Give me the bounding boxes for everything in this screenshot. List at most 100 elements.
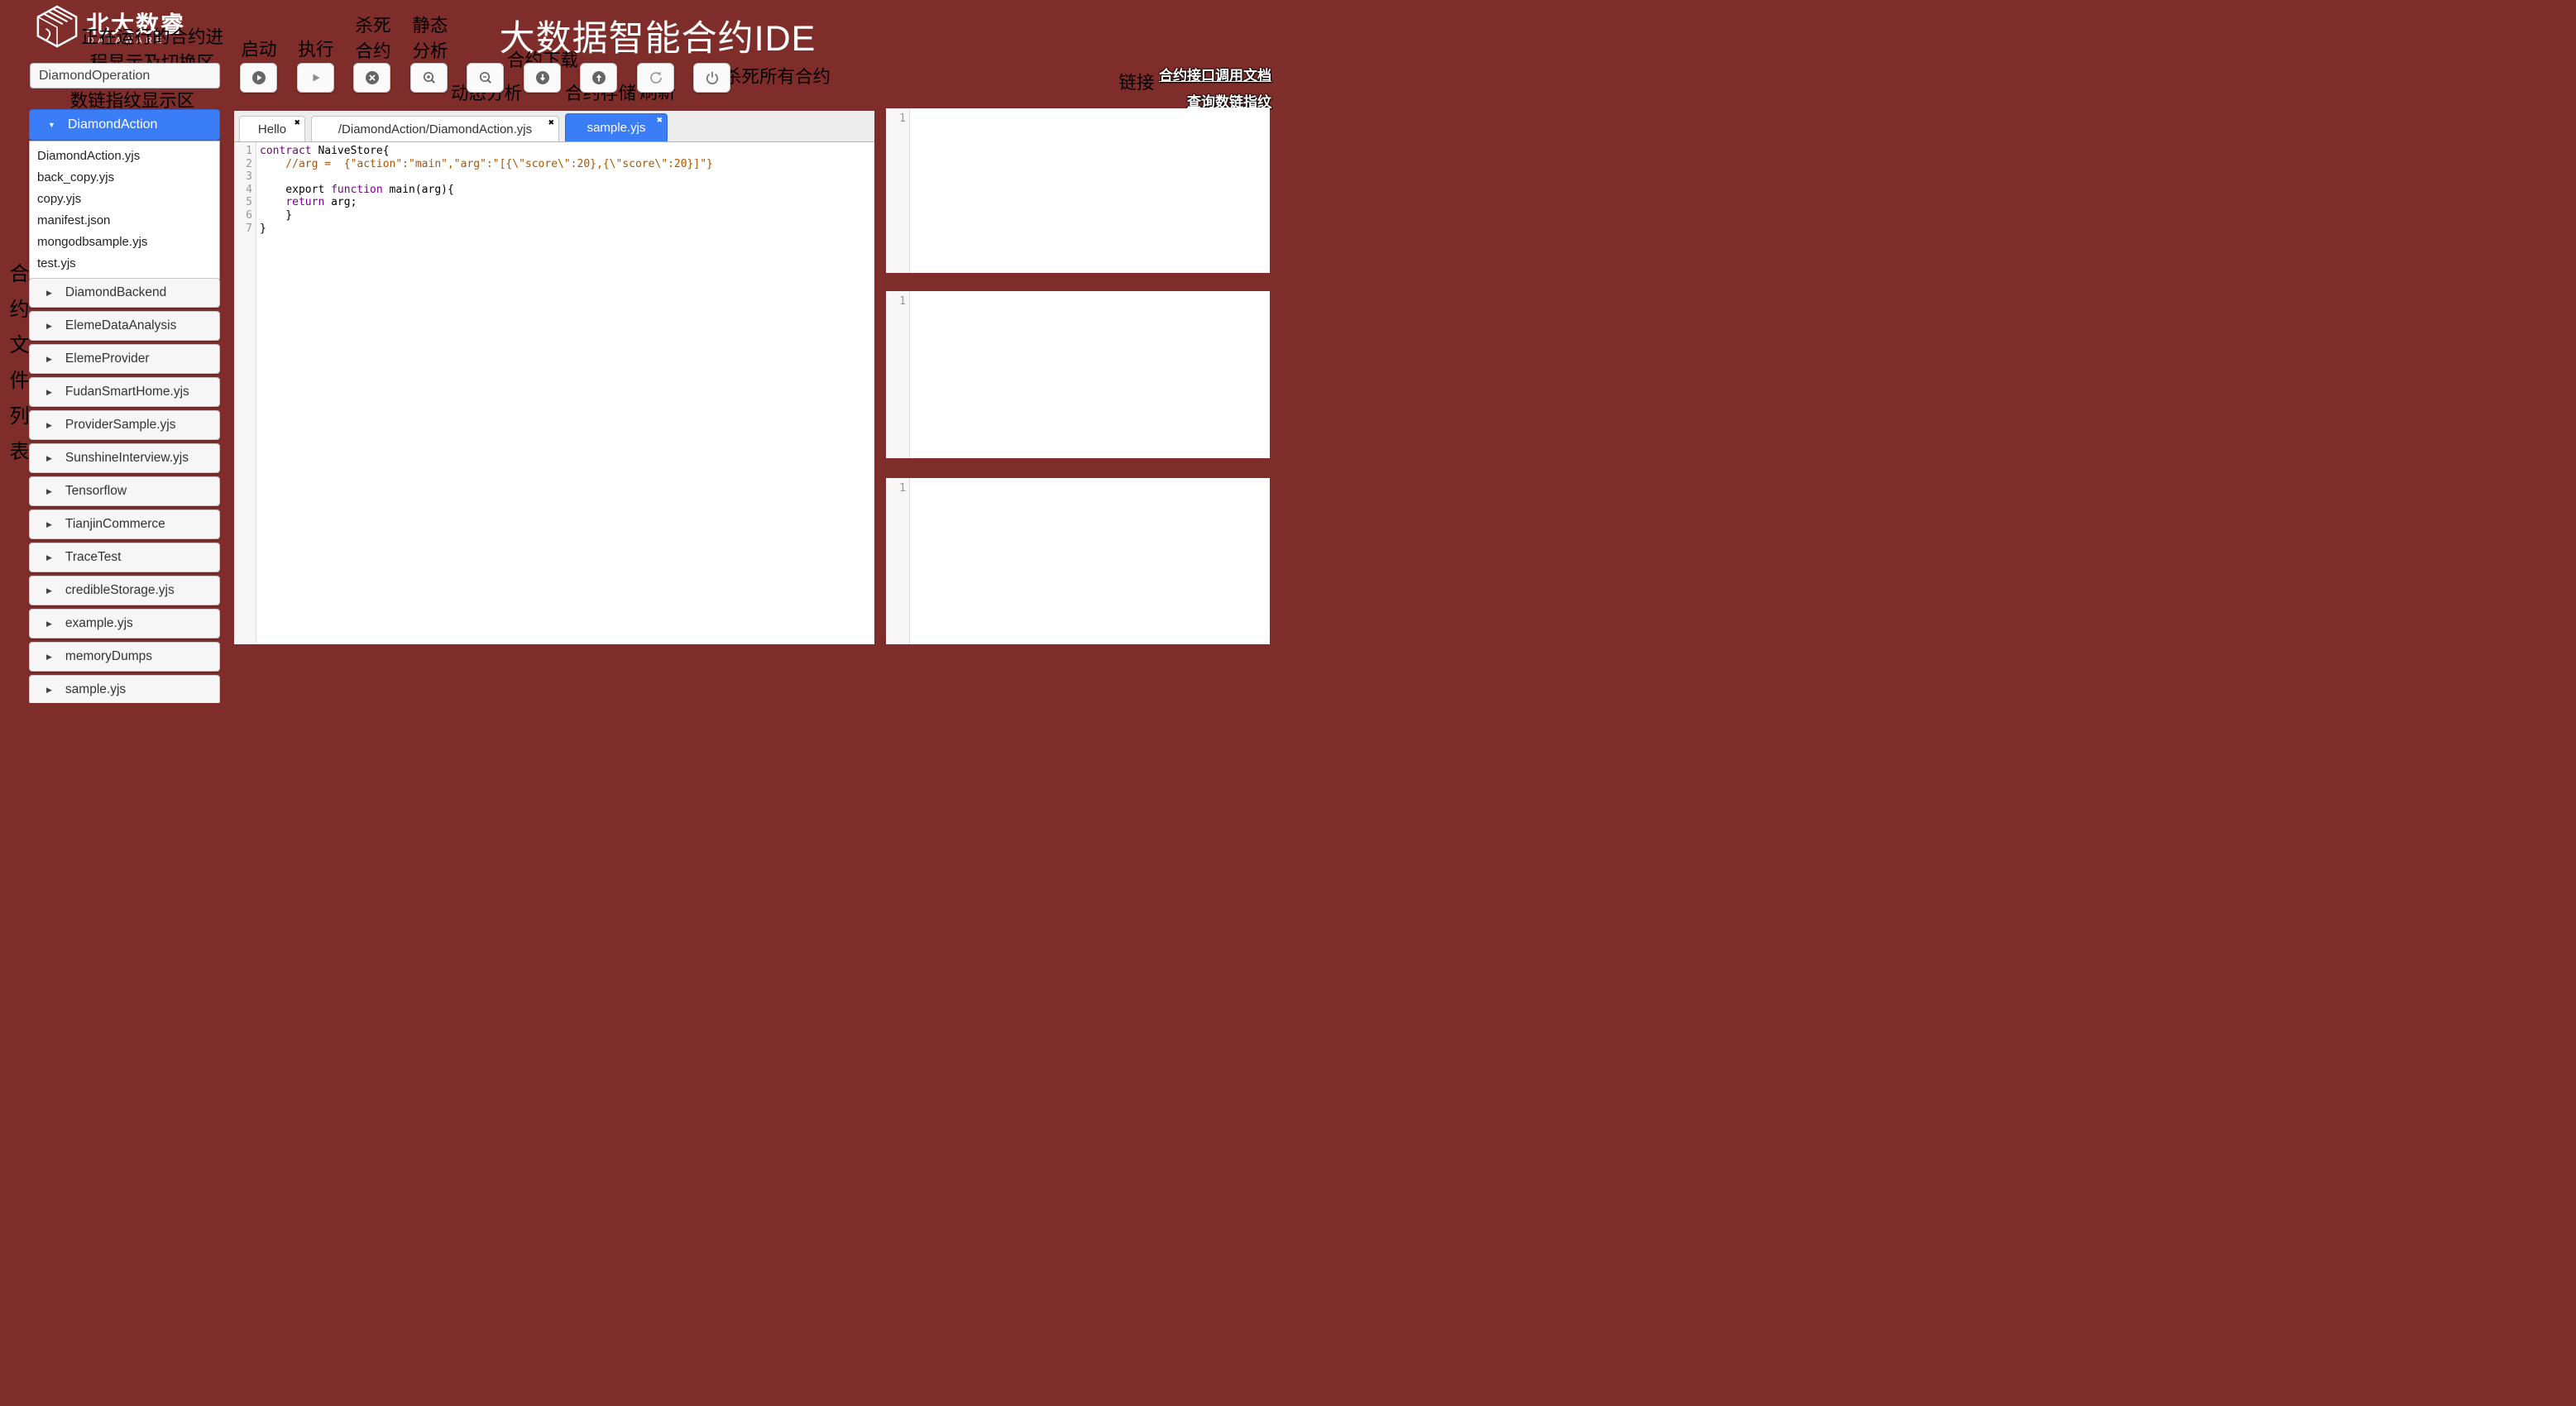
close-icon[interactable]: ✖	[294, 118, 300, 127]
running-process-select[interactable]	[30, 63, 220, 88]
chevron-right-icon: ▶	[46, 322, 52, 331]
kill-all-contracts-button[interactable]	[693, 63, 730, 93]
file-item[interactable]: mongodbsample.yjs	[30, 232, 219, 253]
kill-annotation: 杀死 合约	[348, 13, 398, 65]
contract-download-button[interactable]	[524, 63, 561, 93]
code-area[interactable]: 1234567 contract NaiveStore{ //arg = {"a…	[234, 142, 874, 643]
line-number-gutter: 1	[886, 478, 910, 644]
accordion-item-label: FudanSmartHome.yjs	[65, 385, 189, 399]
static-analysis-button[interactable]	[410, 63, 448, 93]
power-icon	[705, 70, 720, 85]
ide-stage: 北大数睿 DATAWARE 大数据智能合约IDE 链接 合约接口调用文档 查询数…	[0, 0, 1288, 703]
start-annotation: 启动	[234, 37, 284, 63]
search-minus-icon	[478, 70, 493, 85]
chevron-right-icon: ▶	[46, 355, 52, 364]
chevron-right-icon: ▶	[46, 421, 52, 430]
accordion-item[interactable]: ▶ example.yjs	[29, 609, 220, 638]
accordion-item[interactable]: ▶ ElemeDataAnalysis	[29, 311, 220, 341]
accordion-item-label: example.yjs	[65, 616, 133, 631]
accordion-item-label: TianjinCommerce	[65, 517, 165, 532]
code-line: contract NaiveStore{	[260, 145, 713, 158]
accordion-item[interactable]: ▶ Tensorflow	[29, 476, 220, 506]
accordion-item[interactable]: ▶DiamondBackend	[29, 278, 220, 308]
log-output-panel[interactable]: 1	[886, 478, 1270, 644]
chevron-right-icon: ▶	[46, 653, 52, 662]
line-number-gutter: 1	[886, 291, 910, 458]
tab-Hello[interactable]: Hello ✖	[239, 116, 305, 141]
accordion-item-label: SunshineInterview.yjs	[65, 451, 189, 466]
chevron-right-icon: ▶	[46, 388, 52, 397]
accordion-item-label: ElemeProvider	[65, 352, 150, 366]
kill-contract-button[interactable]	[353, 63, 390, 93]
file-item[interactable]: back_copy.yjs	[30, 167, 219, 189]
close-icon[interactable]: ✖	[548, 118, 554, 127]
contract-file-list-annotation: 合约文件列表	[2, 263, 31, 476]
accordion-item[interactable]: ▶ credibleStorage.yjs	[29, 576, 220, 605]
chevron-right-icon: ▶	[46, 454, 52, 463]
tab-sample.yjs[interactable]: sample.yjs ✖	[565, 113, 668, 141]
accordion-item[interactable]: ▶ memoryDumps	[29, 642, 220, 672]
chevron-right-icon: ▶	[46, 586, 52, 595]
search-plus-icon	[422, 70, 437, 85]
accordion-item-label: ProviderSample.yjs	[65, 418, 176, 433]
play-icon	[309, 70, 323, 85]
file-content-editor: Hello✖/DiamondAction/DiamondAction.yjs✖s…	[234, 111, 874, 644]
tab--DiamondAction-DiamondAction.yjs[interactable]: /DiamondAction/DiamondAction.yjs ✖	[311, 116, 559, 141]
arrow-down-circle-icon	[535, 70, 550, 85]
param-input-panel[interactable]: 1	[886, 108, 1270, 273]
tab-label: sample.yjs	[587, 121, 646, 135]
line-number-gutter: 1	[886, 108, 910, 273]
code-line: }	[260, 209, 713, 222]
tab-label: /DiamondAction/DiamondAction.yjs	[338, 122, 532, 136]
tab-label: Hello	[258, 122, 286, 136]
x-circle-icon	[365, 70, 380, 85]
chevron-right-icon: ▶	[46, 520, 52, 529]
accordion-item[interactable]: ▶ sample.yjs	[29, 675, 220, 703]
accordion-list: ▶DiamondBackend▶ElemeDataAnalysis▶ElemeP…	[29, 278, 220, 703]
accordion-item[interactable]: ▶ TianjinCommerce	[29, 509, 220, 539]
file-item[interactable]: test.yjs	[30, 253, 219, 275]
line-number-gutter: 1234567	[234, 142, 256, 643]
chevron-right-icon: ▶	[46, 553, 52, 562]
code-line: //arg = {"action":"main","arg":"[{\"scor…	[260, 158, 713, 171]
chevron-right-icon: ▶	[46, 619, 52, 629]
group-label: DiamondAction	[68, 117, 158, 132]
chevron-down-icon: ▼	[48, 121, 55, 129]
file-item[interactable]: copy.yjs	[30, 189, 219, 210]
accordion-item[interactable]: ▶ TraceTest	[29, 543, 220, 572]
kill-all-annotation: 杀死所有合约	[724, 65, 840, 90]
chevron-right-icon: ▶	[46, 487, 52, 496]
accordion-item[interactable]: ▶ FudanSmartHome.yjs	[29, 377, 220, 407]
execute-contract-button[interactable]	[297, 63, 334, 93]
accordion-item-label: memoryDumps	[65, 649, 152, 664]
code-line: export function main(arg){	[260, 184, 713, 197]
accordion-item-label: TraceTest	[65, 550, 121, 565]
accordion-item[interactable]: ▶ ElemeProvider	[29, 344, 220, 374]
play-circle-icon	[251, 70, 266, 85]
dynamic-analysis-button[interactable]	[467, 63, 504, 93]
tab-bar: Hello✖/DiamondAction/DiamondAction.yjs✖s…	[234, 111, 874, 142]
code-line	[260, 170, 713, 184]
refresh-button[interactable]	[637, 63, 674, 93]
accordion-item-label: Tensorflow	[65, 484, 127, 499]
chevron-right-icon: ▶	[46, 289, 52, 298]
start-contract-button[interactable]	[240, 63, 277, 93]
arrow-up-circle-icon	[591, 70, 606, 85]
accordion-item[interactable]: ▶ ProviderSample.yjs	[29, 410, 220, 440]
links-annotation: 链接	[1118, 70, 1155, 96]
chevron-right-icon: ▶	[46, 686, 52, 695]
run-result-panel[interactable]: 1	[886, 291, 1270, 458]
code-content[interactable]: contract NaiveStore{ //arg = {"action":"…	[256, 142, 713, 643]
accordion-item-label: credibleStorage.yjs	[65, 583, 175, 598]
accordion-group-diamondaction[interactable]: ▼ DiamondAction	[29, 109, 220, 141]
accordion-item[interactable]: ▶ SunshineInterview.yjs	[29, 443, 220, 473]
contract-api-doc-link[interactable]: 合约接口调用文档	[1159, 64, 1271, 84]
file-item[interactable]: manifest.json	[30, 210, 219, 232]
accordion-item-label: sample.yjs	[65, 682, 126, 697]
contract-store-button[interactable]	[580, 63, 617, 93]
close-icon[interactable]: ✖	[656, 116, 663, 125]
accordion-item-label: ElemeDataAnalysis	[65, 318, 176, 333]
file-item[interactable]: DiamondAction.yjs	[30, 146, 219, 167]
exec-annotation: 执行	[291, 37, 341, 63]
code-line: }	[260, 222, 713, 236]
